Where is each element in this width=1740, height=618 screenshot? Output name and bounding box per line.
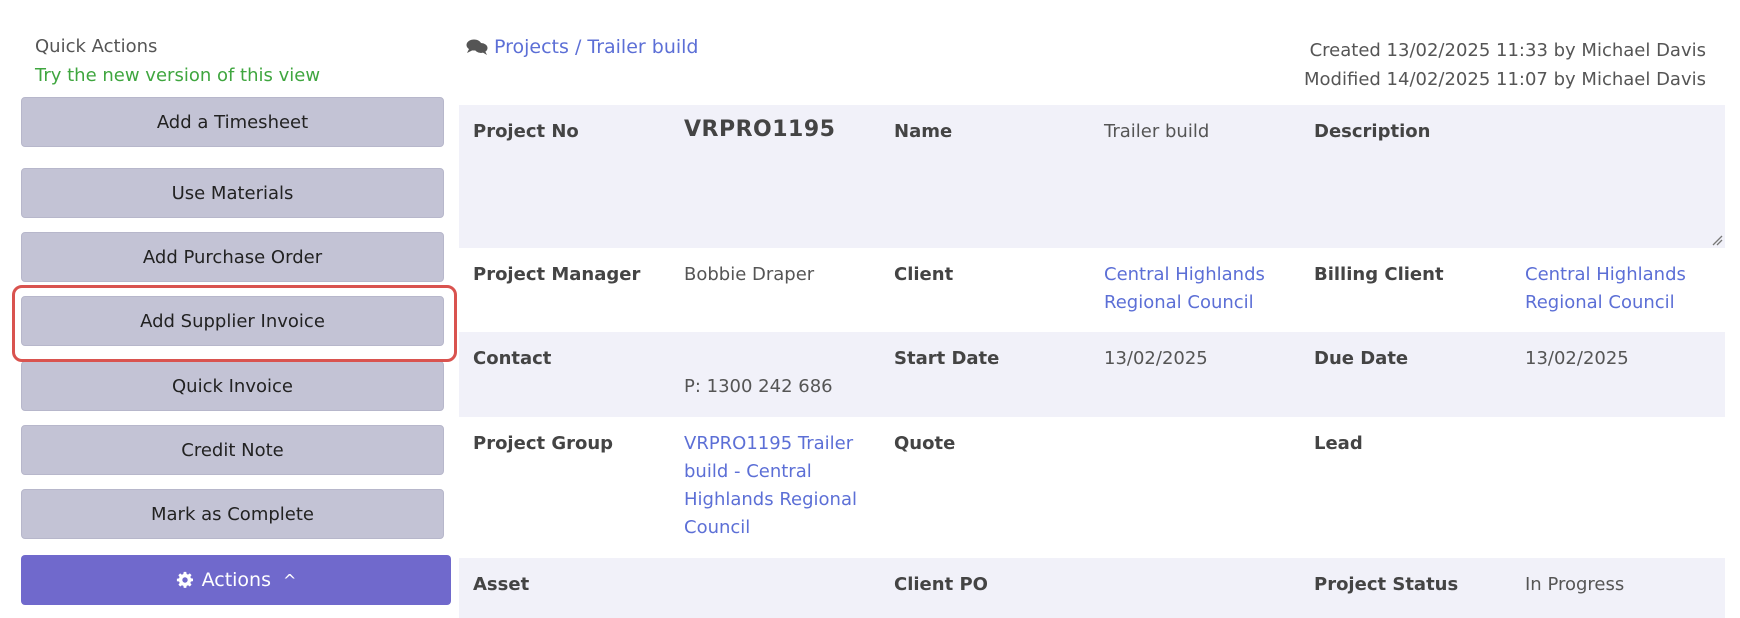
start-date-value: 13/02/2025 — [1104, 348, 1208, 369]
due-date-value: 13/02/2025 — [1525, 348, 1629, 369]
name-value: Trailer build — [1104, 121, 1210, 142]
add-purchase-order-button[interactable]: Add Purchase Order — [21, 232, 444, 282]
asset-label: Asset — [473, 574, 530, 595]
billing-client-label: Billing Client — [1314, 264, 1444, 285]
project-status-value: In Progress — [1525, 574, 1625, 595]
created-info: Created 13/02/2025 11:33 by Michael Davi… — [1309, 40, 1706, 61]
gear-icon — [176, 571, 193, 588]
project-no-label: Project No — [473, 121, 579, 142]
mark-as-complete-button[interactable]: Mark as Complete — [21, 489, 444, 539]
project-manager-label: Project Manager — [473, 264, 641, 285]
client-po-label: Client PO — [894, 574, 988, 595]
breadcrumb-link[interactable]: Projects / Trailer build — [494, 36, 698, 58]
row-asset: Asset Client PO Project Status In Progre… — [459, 558, 1725, 618]
billing-client-link[interactable]: Central Highlands Regional Council — [1525, 261, 1725, 317]
resize-grip-icon[interactable] — [1711, 234, 1723, 246]
try-new-version-link[interactable]: Try the new version of this view — [35, 65, 320, 86]
description-label: Description — [1314, 121, 1431, 142]
credit-note-button[interactable]: Credit Note — [21, 425, 444, 475]
project-no-value: VRPRO1195 — [684, 117, 836, 142]
record-meta: Created 13/02/2025 11:33 by Michael Davi… — [1304, 36, 1706, 94]
actions-label: Actions — [201, 569, 271, 591]
project-status-label: Project Status — [1314, 574, 1459, 595]
quick-invoice-button[interactable]: Quick Invoice — [21, 361, 444, 411]
contact-phone: P: 1300 242 686 — [684, 376, 833, 397]
row-contact: Contact P: 1300 242 686 Start Date 13/02… — [459, 332, 1725, 417]
name-label: Name — [894, 121, 953, 142]
client-label: Client — [894, 264, 954, 285]
use-materials-button[interactable]: Use Materials — [21, 168, 444, 218]
client-link[interactable]: Central Highlands Regional Council — [1104, 261, 1294, 317]
project-details-grid: Project No VRPRO1195 Name Trailer build … — [459, 105, 1725, 618]
start-date-label: Start Date — [894, 348, 1000, 369]
row-project-group: Project Group VRPRO1195 Trailer build - … — [459, 417, 1725, 558]
chat-icon — [466, 39, 488, 55]
lead-label: Lead — [1314, 433, 1363, 454]
add-timesheet-button[interactable]: Add a Timesheet — [21, 97, 444, 147]
chevron-up-icon: ^ — [283, 570, 297, 590]
project-manager-value: Bobbie Draper — [684, 264, 815, 285]
quick-actions-title: Quick Actions — [35, 36, 158, 57]
actions-button[interactable]: Actions ^ — [21, 555, 451, 605]
contact-label: Contact — [473, 348, 552, 369]
highlight-frame — [12, 285, 457, 362]
project-group-link[interactable]: VRPRO1195 Trailer build - Central Highla… — [684, 430, 869, 542]
row-project-no: Project No VRPRO1195 Name Trailer build … — [459, 105, 1725, 248]
quote-label: Quote — [894, 433, 956, 454]
due-date-label: Due Date — [1314, 348, 1409, 369]
row-project-manager: Project Manager Bobbie Draper Client Cen… — [459, 248, 1725, 332]
project-group-label: Project Group — [473, 433, 614, 454]
breadcrumb[interactable]: Projects / Trailer build — [466, 36, 698, 58]
modified-info: Modified 14/02/2025 11:07 by Michael Dav… — [1304, 69, 1706, 90]
